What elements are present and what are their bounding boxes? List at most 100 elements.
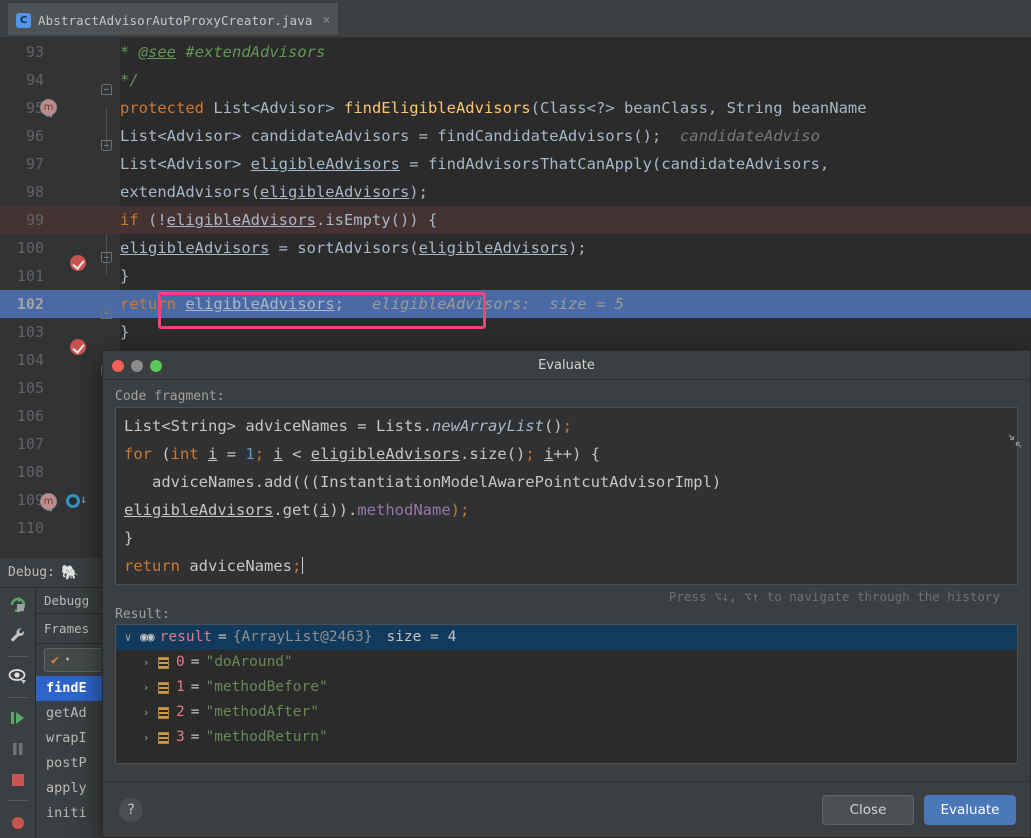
code-line-102[interactable]: 102 return eligibleAdvisors; eligibleAdv… [0,290,1031,318]
result-item-value: "methodAfter" [205,704,319,720]
dialog-title: Evaluate [538,357,595,373]
debug-toolbar [0,588,36,838]
chevron-down-icon[interactable]: ∨ [116,625,140,650]
list-element-icon [158,731,169,744]
override-arrow-icon: ↓ [80,492,88,506]
history-hint: Press ⌥↓, ⌥↑ to navigate through the his… [668,589,1000,604]
result-item-0[interactable]: › 0 = "doAround" [116,650,1017,675]
line-number-105: 105 [16,379,44,397]
result-item-index: 1 [176,679,185,695]
view-breakpoints-icon[interactable] [7,810,29,832]
code-text-97: List<Advisor> eligibleAdvisors = findAdv… [120,155,830,173]
result-item-equals: = [190,704,200,720]
code-line-93[interactable]: 93 * @see #extendAdvisors [0,38,1031,66]
code-line-103[interactable]: 103 } [0,318,1031,346]
code-line-101[interactable]: 101 } [0,262,1031,290]
dialog-title-bar: Evaluate [103,351,1030,380]
code-text-93: * @see #extendAdvisors [120,43,326,61]
code-text-103: } [120,323,130,341]
result-label: Result: [115,607,170,622]
rerun-icon[interactable] [7,594,29,616]
ide-window: C AbstractAdvisorAutoProxyCreator.java ×… [0,0,1031,838]
chevron-right-icon[interactable]: › [134,700,158,725]
line-number-100: 100 [16,239,44,257]
result-item-value: "methodReturn" [205,729,328,745]
minimize-window-button[interactable] [131,360,143,372]
code-fragment-line-4: } [124,529,134,547]
result-root-row[interactable]: ∨ ◉◉ result = {ArrayList@2463} size = 4 [116,625,1017,650]
editor-tab-bar: C AbstractAdvisorAutoProxyCreator.java × [0,0,1031,38]
toolbar-divider [6,656,29,657]
result-children-list: › 0 = "doAround" › 1 = "methodBefore" › 2 = "method… [116,650,1017,750]
line-number-102: 102 [16,295,44,313]
zoom-window-button[interactable] [150,360,162,372]
pause-program-icon[interactable] [7,738,29,760]
elephant-icon: 🐘 [60,564,79,581]
editor-tab-abstractadvisorautoproxycreator[interactable]: C AbstractAdvisorAutoProxyCreator.java × [8,3,339,35]
list-element-icon [158,656,169,669]
breakpoint-icon-line-99[interactable] [70,255,86,271]
resume-program-icon[interactable] [7,707,29,729]
collapse-icon[interactable] [1008,434,1022,452]
editor-tab-label: AbstractAdvisorAutoProxyCreator.java [38,12,313,28]
result-item-value: "methodBefore" [205,679,328,695]
stop-icon[interactable] [7,769,29,791]
chevron-right-icon[interactable]: › [134,675,158,700]
fold-handle-icon[interactable]: ─ [101,252,112,263]
toolbar-divider [6,800,29,801]
fold-handle-icon[interactable]: ─ [101,140,112,151]
code-line-100[interactable]: 100 eligibleAdvisors = sortAdvisors(elig… [0,234,1031,262]
frames-label: Frames [44,621,90,636]
close-button[interactable]: Close [822,794,914,825]
result-item-index: 2 [176,704,185,720]
code-fragment-lines: List<String> adviceNames = Lists.newArra… [124,412,1009,580]
breakpoint-icon-line-102[interactable] [70,339,86,355]
code-text-98: extendAdvisors(eligibleAdvisors); [120,183,428,201]
code-line-96[interactable]: 96 List<Advisor> candidateAdvisors = fin… [0,122,1031,150]
result-item-2[interactable]: › 2 = "methodAfter" [116,700,1017,725]
code-line-98[interactable]: 98 extendAdvisors(eligibleAdvisors); [0,178,1031,206]
evaluate-button[interactable]: Evaluate [924,794,1016,825]
code-text-100: eligibleAdvisors = sortAdvisors(eligible… [120,239,587,257]
mute-breakpoints-eye-icon[interactable] [7,666,29,688]
fold-handle-icon[interactable]: ─ [101,84,112,95]
line-number-99: 99 [25,211,44,229]
result-item-equals: = [190,729,200,745]
java-class-icon: C [16,12,31,28]
code-fragment-line-0: List<String> adviceNames = Lists.newArra… [124,417,572,435]
code-text-102: return eligibleAdvisors; eligibleAdvisor… [120,295,624,313]
code-fragment-line-2: adviceNames.add(((InstantiationModelAwar… [124,473,722,491]
result-item-1[interactable]: › 1 = "methodBefore" [116,675,1017,700]
code-text-99: if (!eligibleAdvisors.isEmpty()) { [120,211,438,229]
settings-wrench-icon[interactable] [7,625,29,647]
result-item-index: 3 [176,729,185,745]
chevron-right-icon[interactable]: › [134,725,158,750]
line-number-93: 93 [25,43,44,61]
line-number-94: 94 [25,71,44,89]
code-line-97[interactable]: 97 List<Advisor> eligibleAdvisors = find… [0,150,1031,178]
close-window-button[interactable] [112,360,124,372]
code-line-94[interactable]: 94 */ [0,66,1031,94]
result-item-3[interactable]: › 3 = "methodReturn" [116,725,1017,750]
line-number-108: 108 [16,463,44,481]
chevron-down-icon: ▾ [64,655,71,665]
tab-debugger[interactable]: Debugg [44,593,89,608]
line-number-95: 95 [25,99,44,117]
fold-handle-icon[interactable]: ─ [101,308,112,319]
check-icon: ✔ [51,652,59,668]
line-number-103: 103 [16,323,44,341]
result-root-type: {ArrayList@2463} [232,629,373,645]
result-root-name: result [159,629,213,645]
watch-glasses-icon: ◉◉ [140,630,155,645]
code-line-95[interactable]: 95 protected List<Advisor> findEligibleA… [0,94,1031,122]
help-button[interactable]: ? [119,797,143,822]
line-number-106: 106 [16,407,44,425]
code-fragment-line-5: return adviceNames; [124,557,304,575]
code-fragment-input[interactable]: List<String> adviceNames = Lists.newArra… [115,407,1018,585]
chevron-right-icon[interactable]: › [134,650,158,675]
code-line-99[interactable]: 99 if (!eligibleAdvisors.isEmpty()) { [0,206,1031,234]
evaluate-dialog[interactable]: Evaluate Code fragment: List<String> adv… [102,350,1031,838]
result-tree[interactable]: ∨ ◉◉ result = {ArrayList@2463} size = 4 … [115,624,1018,764]
close-icon[interactable]: × [323,13,331,28]
override-marker-icon[interactable] [66,494,80,508]
